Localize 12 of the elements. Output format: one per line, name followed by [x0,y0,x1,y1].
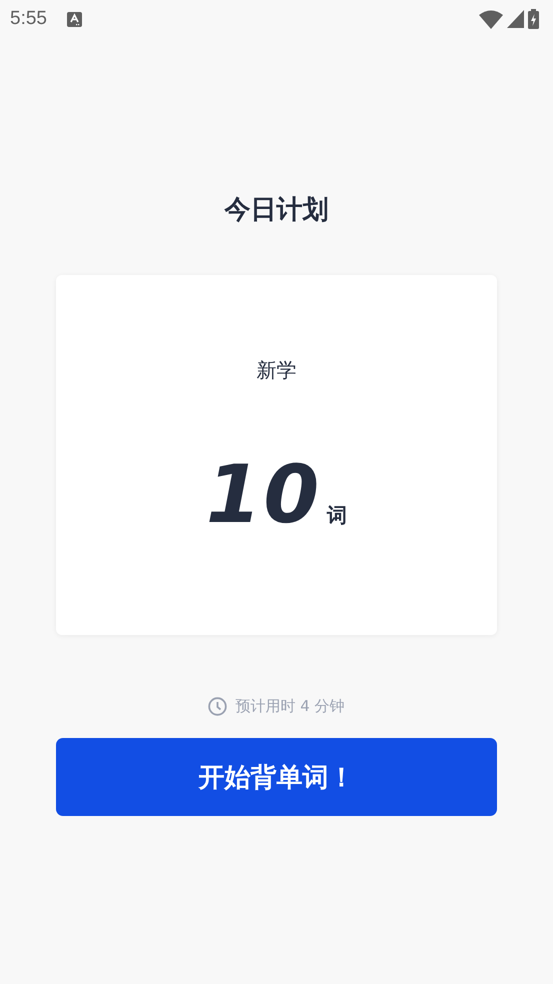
estimated-time: 预计用时 4 分钟 [235,697,345,716]
battery-icon [528,9,539,29]
clock-icon [208,697,228,716]
word-count: 10 [206,453,322,537]
wifi-icon [479,10,503,28]
signal-icon [507,10,524,28]
start-button[interactable]: 开始背单词！ [56,738,497,816]
word-unit: 词 [327,502,348,529]
page-title: 今日计划 [224,194,328,227]
keyboard-icon [66,12,82,26]
clock-time: 5:55 [10,8,47,30]
new-words-label: 新学 [256,357,296,384]
